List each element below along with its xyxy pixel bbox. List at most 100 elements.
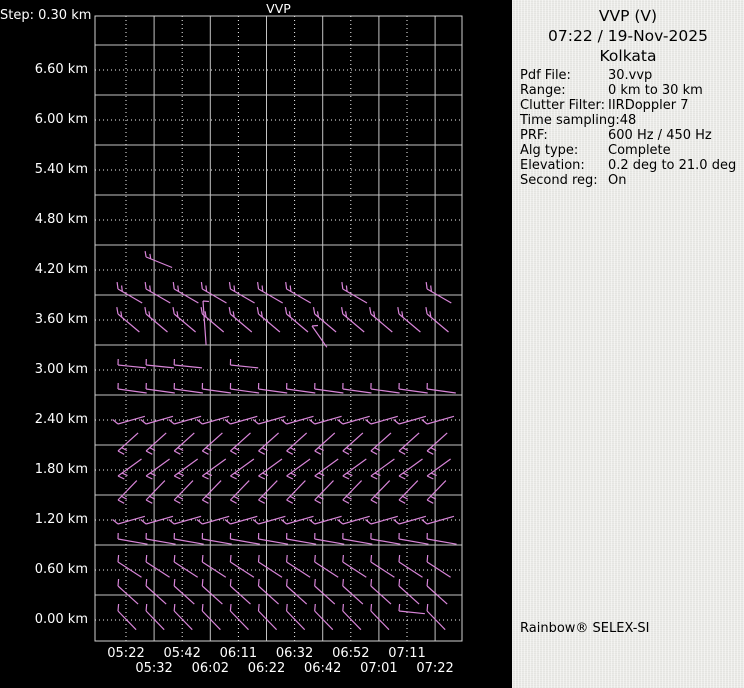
wind-barb: [201, 282, 226, 303]
wind-barb: [146, 359, 174, 368]
wind-barb: [343, 555, 367, 577]
wind-barb: [174, 579, 194, 604]
wind-barb: [113, 416, 145, 424]
wind-barb: [118, 481, 137, 504]
wind-barb: [342, 282, 367, 303]
wind-barb: [427, 459, 451, 479]
wind-barb: [366, 516, 398, 524]
y-axis-label: 4.20 km: [0, 262, 88, 278]
wind-barb: [145, 282, 170, 303]
y-axis-label: 4.80 km: [0, 212, 88, 228]
wind-barb: [427, 433, 447, 454]
x-axis-label: 07:22: [411, 662, 459, 676]
wind-barb: [197, 516, 229, 524]
panel-field-row: Clutter Filter:IIRDoppler 7: [520, 98, 742, 113]
wind-barb: [230, 282, 255, 303]
wind-barb: [315, 459, 339, 479]
wind-barb: [287, 481, 306, 504]
wind-barb: [230, 383, 259, 393]
wind-barb: [371, 459, 395, 479]
panel-field-value: 600 Hz / 450 Hz: [608, 128, 712, 143]
x-axis-label: 06:32: [271, 647, 319, 661]
wind-barb: [113, 516, 145, 524]
wind-barb: [118, 579, 138, 604]
wind-barb: [141, 416, 173, 424]
wind-barb: [202, 433, 222, 454]
panel-site: Kolkata: [512, 47, 744, 65]
wind-barb: [371, 604, 389, 630]
panel-field-label: Second reg:: [520, 173, 608, 188]
wind-barb: [141, 516, 173, 524]
wind-barb: [286, 282, 311, 303]
wind-barb: [253, 416, 285, 424]
wind-barb: [287, 604, 305, 630]
wind-barb: [146, 604, 164, 630]
panel-field-row: Elevation:0.2 deg to 21.0 deg: [520, 158, 742, 173]
wind-barb: [174, 459, 198, 479]
panel-field-value: On: [608, 173, 626, 188]
wind-barb: [399, 533, 429, 544]
wind-barb: [399, 579, 419, 604]
wind-barb: [230, 533, 260, 544]
wind-barb: [422, 416, 454, 424]
wind-barb: [259, 555, 283, 577]
wind-barb: [315, 481, 334, 504]
wind-barb: [174, 555, 198, 577]
wind-barb: [371, 383, 400, 393]
wind-barb: [225, 516, 257, 524]
x-axis-label: 07:01: [355, 662, 403, 676]
y-axis-label: 1.80 km: [0, 462, 88, 478]
panel-field-label: Pdf File:: [520, 68, 608, 83]
panel-field-row: Second reg:On: [520, 173, 742, 188]
wind-barb: [371, 555, 395, 577]
wind-barb: [230, 481, 249, 504]
wind-barb: [118, 433, 138, 454]
wind-barb: [343, 433, 363, 454]
wind-barb: [258, 282, 283, 303]
wind-barb: [315, 555, 339, 577]
wind-barb: [202, 579, 222, 604]
panel-field-row: Pdf File:30.vvp: [520, 68, 742, 83]
panel-field-label: PRF:: [520, 128, 608, 143]
panel-field-label: Elevation:: [520, 158, 608, 173]
wind-barb: [118, 459, 142, 479]
wind-barb: [146, 383, 175, 393]
wind-barb: [312, 326, 327, 348]
wind-barb: [314, 307, 337, 332]
wind-barb: [259, 383, 288, 393]
wind-barb: [281, 516, 313, 524]
x-axis-label: 06:02: [186, 662, 234, 676]
x-axis-label: 05:42: [158, 647, 206, 661]
y-axis-label: 3.00 km: [0, 362, 88, 378]
wind-barb: [399, 555, 423, 577]
wind-barb: [259, 533, 289, 544]
panel-field-value: IIRDoppler 7: [608, 98, 689, 113]
x-axis-label: 06:22: [243, 662, 291, 676]
wind-barb: [399, 481, 418, 504]
wind-barb: [427, 555, 451, 577]
wind-barb: [230, 459, 254, 479]
wind-barb: [371, 579, 391, 604]
wind-barb: [202, 383, 231, 393]
wind-barb: [146, 459, 170, 479]
wind-barb: [287, 433, 307, 454]
vendor-footer: Rainbow® SELEX-SI: [520, 621, 650, 636]
wind-barb: [427, 481, 446, 504]
y-axis-label: 0.60 km: [0, 562, 88, 578]
wind-barb: [173, 282, 198, 303]
panel-title: VVP (V): [512, 7, 744, 25]
wind-barb: [202, 481, 221, 504]
panel-field-label: Alg type:: [520, 143, 608, 158]
y-axis-label: 5.40 km: [0, 162, 88, 178]
wind-barb: [145, 251, 172, 267]
wind-barb: [173, 307, 196, 332]
wind-barb: [174, 383, 203, 393]
wind-barb: [426, 307, 449, 332]
panel-datetime: 07:22 / 19-Nov-2025: [512, 27, 744, 45]
wind-barb: [259, 433, 279, 454]
wind-barb: [229, 307, 252, 332]
wind-barb: [117, 282, 142, 303]
wind-barb: [169, 516, 201, 524]
wind-barb: [427, 579, 447, 604]
wind-barb: [371, 533, 401, 544]
